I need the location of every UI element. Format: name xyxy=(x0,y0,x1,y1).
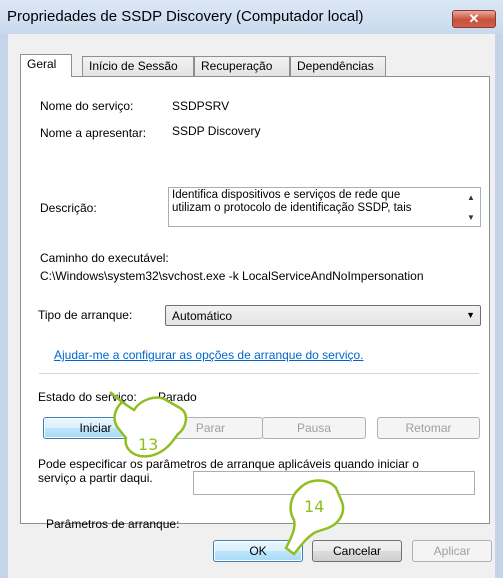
step-13-label: 13 xyxy=(138,435,158,454)
path-label: Caminho do executável: xyxy=(40,251,169,265)
general-tab-panel: Nome do serviço: SSDPSRV Nome a apresent… xyxy=(20,76,490,531)
help-link[interactable]: Ajudar-me a configurar as opções de arra… xyxy=(54,348,364,362)
step-14-label: 14 xyxy=(304,497,324,516)
description-scrollbar[interactable]: ▲ ▼ xyxy=(463,188,480,226)
description-line-2: utilizam o protocolo de identificação SS… xyxy=(172,202,412,214)
pause-button[interactable]: Pausa xyxy=(262,417,366,439)
tab-logon[interactable]: Início de Sessão xyxy=(82,56,194,76)
scroll-up-icon[interactable]: ▲ xyxy=(467,193,475,202)
hand-pointer-callout-13: 13 xyxy=(109,391,188,458)
tab-general[interactable]: Geral xyxy=(20,54,72,77)
service-name-label: Nome do serviço: xyxy=(40,99,134,113)
description-label: Descrição: xyxy=(40,201,97,215)
hand-pointer-callout-14: 14 xyxy=(284,479,345,556)
pointer-finger xyxy=(109,391,123,403)
display-name-value: SSDP Discovery xyxy=(172,124,261,138)
scroll-down-icon[interactable]: ▼ xyxy=(467,213,475,222)
description-box[interactable]: Identifica dispositivos e serviços de re… xyxy=(168,187,481,227)
separator xyxy=(39,373,479,374)
description-line-1: Identifica dispositivos e serviços de re… xyxy=(172,189,401,201)
apply-button[interactable]: Aplicar xyxy=(412,540,492,562)
startup-type-label: Tipo de arranque: xyxy=(38,308,133,322)
hand-pointer-icon xyxy=(284,479,345,556)
display-name-label: Nome a apresentar: xyxy=(40,126,147,140)
title-bar[interactable]: Propriedades de SSDP Discovery (Computad… xyxy=(0,0,503,34)
params-info-line1: Pode especificar os parâmetros de arranq… xyxy=(38,457,419,471)
close-button[interactable]: ✕ xyxy=(452,10,496,28)
path-value: C:\Windows\system32\svchost.exe -k Local… xyxy=(40,269,424,283)
description-text: Identifica dispositivos e serviços de re… xyxy=(172,189,457,215)
params-label: Parâmetros de arranque: xyxy=(46,517,180,531)
close-icon[interactable]: ✕ xyxy=(469,11,480,26)
dialog-client-area: Geral Início de Sessão Recuperação Depen… xyxy=(8,34,495,578)
tab-dependencies[interactable]: Dependências xyxy=(290,56,386,76)
startup-type-value: Automático xyxy=(172,309,233,323)
window-title: Propriedades de SSDP Discovery (Computad… xyxy=(7,8,364,25)
service-name-value: SSDPSRV xyxy=(172,99,230,113)
properties-dialog: Propriedades de SSDP Discovery (Computad… xyxy=(0,0,503,578)
resume-button[interactable]: Retomar xyxy=(377,417,480,439)
tab-recovery[interactable]: Recuperação xyxy=(194,56,290,76)
startup-type-select[interactable]: Automático ▼ xyxy=(165,305,481,326)
chevron-down-icon[interactable]: ▼ xyxy=(466,310,475,320)
